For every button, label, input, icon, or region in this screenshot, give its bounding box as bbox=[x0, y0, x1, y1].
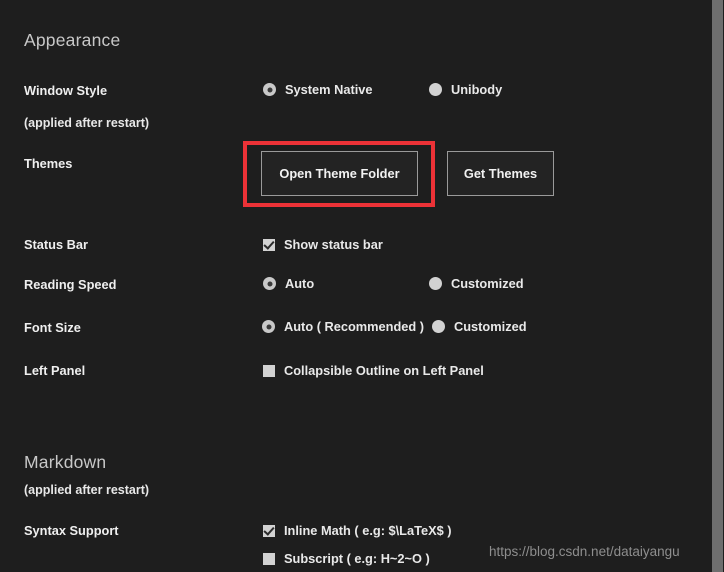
radio-label: Customized bbox=[454, 319, 527, 334]
checkbox-label: Subscript ( e.g: H~2~O ) bbox=[284, 551, 430, 566]
checkbox-indicator bbox=[263, 524, 275, 537]
row-label-reading-speed: Reading Speed bbox=[24, 277, 117, 292]
radio-reading-speed-customized[interactable]: Customized bbox=[429, 276, 524, 291]
watermark-url: https://blog.csdn.net/dataiyangu bbox=[489, 544, 680, 559]
checkbox-indicator bbox=[263, 364, 275, 377]
row-label-font-size: Font Size bbox=[24, 320, 81, 335]
markdown-restart-note: (applied after restart) bbox=[24, 483, 150, 497]
radio-indicator bbox=[263, 277, 276, 290]
radio-font-size-auto[interactable]: Auto ( Recommended ) bbox=[262, 319, 424, 334]
checkbox-show-status-bar[interactable]: Show status bar bbox=[263, 237, 383, 252]
checkbox-indicator bbox=[263, 552, 275, 565]
radio-label: Unibody bbox=[451, 82, 503, 97]
radio-reading-speed-auto[interactable]: Auto bbox=[263, 276, 314, 291]
row-label-syntax-support: Syntax Support bbox=[24, 523, 119, 538]
scrollbar-thumb[interactable] bbox=[712, 0, 723, 572]
radio-label: Customized bbox=[451, 276, 524, 291]
radio-window-style-system-native[interactable]: System Native bbox=[263, 82, 373, 97]
get-themes-button[interactable]: Get Themes bbox=[447, 151, 554, 196]
checkbox-subscript[interactable]: Subscript ( e.g: H~2~O ) bbox=[263, 551, 430, 566]
row-label-themes: Themes bbox=[24, 156, 73, 171]
radio-window-style-unibody[interactable]: Unibody bbox=[429, 82, 502, 97]
radio-label: Auto bbox=[285, 276, 315, 291]
section-title-markdown: Markdown bbox=[24, 452, 107, 472]
row-label-window-style: Window Style bbox=[24, 83, 108, 98]
section-title-appearance: Appearance bbox=[24, 30, 121, 50]
radio-indicator bbox=[263, 83, 276, 96]
radio-indicator bbox=[429, 277, 442, 290]
settings-pane: Appearance Window Style (applied after r… bbox=[0, 0, 710, 572]
radio-font-size-customized[interactable]: Customized bbox=[432, 319, 527, 334]
checkbox-label: Show status bar bbox=[284, 237, 383, 252]
radio-indicator bbox=[262, 320, 275, 333]
radio-label: Auto ( Recommended ) bbox=[284, 319, 425, 334]
vertical-scrollbar[interactable] bbox=[710, 0, 724, 572]
window-style-restart-note: (applied after restart) bbox=[24, 116, 150, 130]
row-label-status-bar: Status Bar bbox=[24, 237, 89, 252]
radio-label: System Native bbox=[285, 82, 373, 97]
checkbox-collapsible-outline-left-panel[interactable]: Collapsible Outline on Left Panel bbox=[263, 363, 484, 378]
radio-indicator bbox=[429, 83, 442, 96]
checkbox-label: Collapsible Outline on Left Panel bbox=[284, 363, 484, 378]
row-label-left-panel: Left Panel bbox=[24, 363, 86, 378]
checkbox-label: Inline Math ( e.g: $\LaTeX$ ) bbox=[284, 523, 452, 538]
open-theme-folder-button[interactable]: Open Theme Folder bbox=[261, 151, 418, 196]
checkbox-inline-math[interactable]: Inline Math ( e.g: $\LaTeX$ ) bbox=[263, 523, 452, 538]
checkbox-indicator bbox=[263, 238, 275, 251]
radio-indicator bbox=[432, 320, 445, 333]
